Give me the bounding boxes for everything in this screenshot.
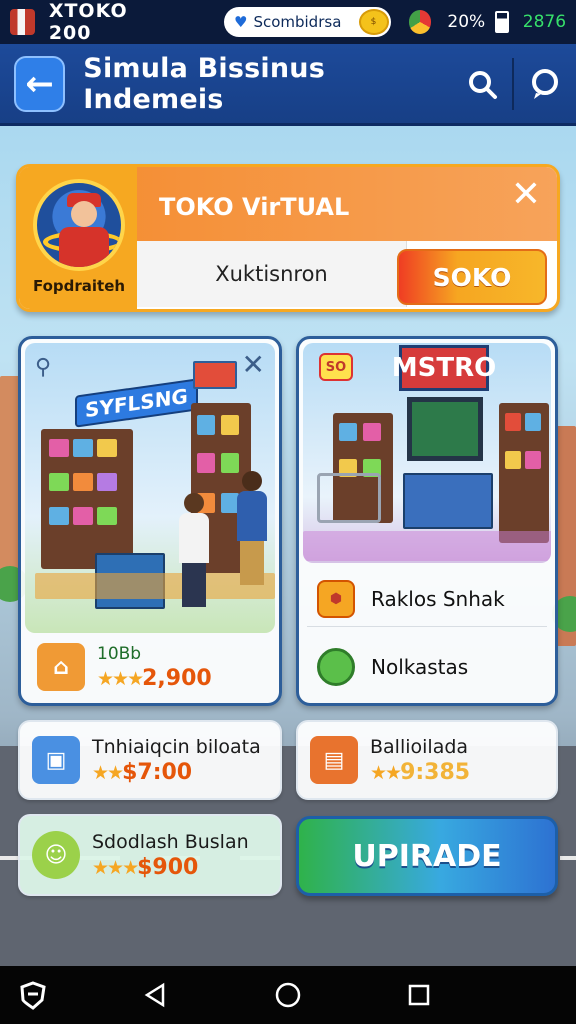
store-title: TOKO VirTUAL	[159, 193, 350, 221]
list-item-price: $7:00	[122, 759, 193, 785]
list-item[interactable]: Nolkastas	[307, 639, 547, 695]
battery-percent: 20%	[447, 12, 486, 32]
list-item-stars: ★★	[92, 761, 124, 784]
app-bar-divider	[512, 57, 514, 110]
featured-item-price: 2,900	[142, 665, 212, 691]
monitor-screen	[407, 397, 483, 461]
list-item-label: Nolkastas	[371, 655, 469, 679]
upgrade-button[interactable]: UPIRADE	[296, 816, 558, 896]
status-pill-text: Scombidrsa	[253, 13, 342, 31]
app-bar: ← Simula Bissinus Indemeis	[0, 44, 576, 126]
carrier-label: XTOKO 200	[48, 0, 128, 44]
avatar-box: Fopdraiteh	[19, 167, 137, 309]
right-panel: SO MSTRO ⬢ Raklos Snhak Nolkastas	[296, 336, 558, 706]
list-item-name: Tnhiaiqcin biloata	[92, 735, 261, 758]
badge-icon	[317, 648, 355, 686]
avatar-label: Fopdraiteh	[32, 277, 126, 295]
status-bar: XTOKO 200 ♥ Scombidrsa $ 20% 2876	[0, 0, 576, 44]
app-icon	[10, 9, 35, 35]
basket-icon: ☺	[32, 831, 80, 879]
recents-nav-icon[interactable]	[402, 978, 436, 1012]
shield-icon[interactable]	[16, 978, 50, 1012]
crate-icon: ▤	[310, 736, 358, 784]
battery-icon	[495, 11, 509, 33]
list-item-price: $900	[137, 854, 199, 880]
avatar[interactable]	[33, 179, 125, 271]
basket-icon: ⌂	[37, 643, 85, 691]
tag-icon: ⬢	[317, 579, 355, 618]
store-scene-illustration: ⚲ ✕ SYFLSNG	[25, 343, 275, 633]
search-icon[interactable]	[465, 66, 498, 102]
featured-item-name: 10Bb	[97, 643, 142, 664]
store-sign: SYFLSNG	[75, 378, 198, 428]
clerk-figure	[237, 471, 267, 585]
list-item-name: Ballioilada	[370, 735, 469, 758]
shop-sign: MSTRO	[392, 345, 496, 391]
location-pin-icon: ♥	[233, 13, 248, 31]
store-button[interactable]: SOKO	[397, 249, 547, 305]
home-nav-icon[interactable]	[271, 978, 305, 1012]
system-nav-bar	[0, 966, 576, 1024]
close-icon[interactable]: ✕	[511, 177, 541, 213]
shopper-figure	[179, 493, 209, 607]
store-box-icon: ▣	[32, 736, 80, 784]
featured-item-stars: ★★★	[97, 667, 144, 690]
list-item[interactable]: ▤ Ballioilada ★★9:385	[296, 720, 558, 800]
list-item-label: Raklos Snhak	[371, 586, 505, 611]
store-banner: Fopdraiteh TOKO VirTUAL ✕ Xuktisnron SOK…	[16, 164, 560, 312]
browser-icon	[408, 10, 432, 34]
chat-icon[interactable]	[528, 66, 562, 102]
list-item-stars: ★★	[370, 761, 402, 784]
list-item-price: 9:385	[400, 759, 471, 785]
coin-icon: $	[358, 9, 389, 35]
scene-close-icon[interactable]: ✕	[242, 351, 265, 379]
page-title: Simula Bissinus Indemeis	[83, 52, 325, 115]
person-icon: ⚲	[35, 355, 52, 380]
store-subtitle: Xuktisnron	[137, 241, 407, 307]
status-time: 2876	[522, 12, 567, 32]
status-pill[interactable]: ♥ Scombidrsa $	[223, 7, 391, 37]
list-item[interactable]: ☺ Sdodlash Buslan ★★★$900	[18, 814, 282, 896]
back-nav-icon[interactable]	[138, 978, 172, 1012]
shop-scene-illustration: SO MSTRO	[303, 343, 551, 563]
back-button[interactable]: ←	[14, 55, 66, 112]
shopping-cart-icon	[317, 473, 381, 523]
sale-sign	[193, 361, 237, 389]
left-panel: ⚲ ✕ SYFLSNG ⌂ 10Bb ★★★2,900	[18, 336, 282, 706]
featured-item[interactable]: ⌂ 10Bb ★★★2,900	[25, 635, 275, 699]
list-item-name: Sdodlash Buslan	[92, 830, 249, 853]
list-item-stars: ★★★	[92, 856, 139, 879]
list-item[interactable]: ⬢ Raklos Snhak	[307, 571, 547, 627]
list-item[interactable]: ▣ Tnhiaiqcin biloata ★★$7:00	[18, 720, 282, 800]
back-arrow-icon: ←	[25, 63, 54, 104]
so-badge: SO	[319, 353, 353, 381]
